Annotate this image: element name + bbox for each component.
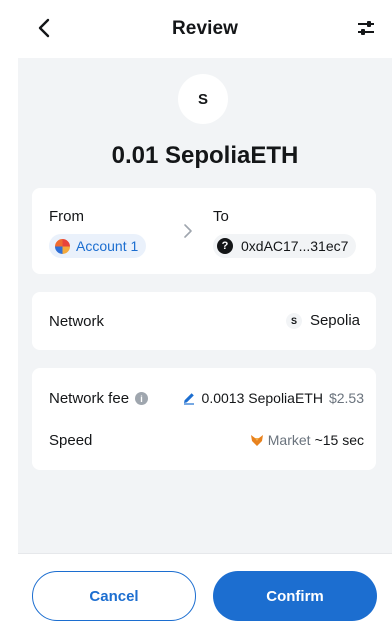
network-fee-value: 0.0013 SepoliaETH $2.53 [182, 390, 364, 406]
info-icon[interactable]: i [135, 392, 149, 405]
chevron-right-icon [184, 224, 192, 238]
from-account-pill[interactable]: Account 1 [49, 234, 147, 258]
speed-label: Speed [49, 432, 93, 449]
network-fee-label: Network fee [49, 390, 130, 407]
to-address: 0xdAC17...31ec7 [241, 238, 349, 254]
to-address-pill[interactable]: ? 0xdAC17...31ec7 [213, 234, 357, 258]
token-avatar: S [178, 74, 228, 124]
to-label: To [213, 208, 229, 225]
token-symbol: S [197, 90, 208, 108]
network-value: S Sepolia [285, 312, 360, 329]
fox-icon [250, 435, 263, 446]
settings-button[interactable] [352, 14, 380, 42]
network-card: Network S Sepolia [32, 292, 376, 350]
from-label: From [49, 208, 84, 225]
footer: Cancel Confirm [18, 553, 392, 627]
from-to-card: From Account 1 To ? 0xdAC17...31ec7 [32, 188, 376, 274]
speed-time: ~15 sec [314, 432, 364, 448]
account-avatar-icon [55, 238, 70, 254]
question-mark-icon: ? [217, 238, 233, 254]
confirm-button[interactable]: Confirm [213, 571, 377, 621]
network-fee-label-row: Network fee i [49, 390, 149, 407]
transfer-amount: 0.01 SepoliaETH [111, 142, 299, 169]
network-label: Network [49, 313, 105, 330]
network-icon: S [285, 312, 302, 329]
cancel-button[interactable]: Cancel [32, 571, 196, 621]
fee-fiat: $2.53 [328, 390, 364, 406]
fee-card: Network fee i 0.0013 SepoliaETH $2.53 Sp… [32, 368, 376, 470]
network-name: Sepolia [309, 312, 360, 329]
header: Review [18, 0, 392, 58]
fee-amount: 0.0013 SepoliaETH [201, 390, 323, 406]
from-account-name: Account 1 [76, 238, 139, 254]
pencil-icon[interactable] [182, 391, 196, 405]
speed-name: Market [267, 432, 311, 448]
page-title: Review [171, 18, 239, 39]
sliders-icon [358, 21, 374, 35]
speed-value: Market ~15 sec [250, 432, 364, 448]
review-screen: Review S 0.01 SepoliaETH From Account 1 … [18, 0, 392, 627]
